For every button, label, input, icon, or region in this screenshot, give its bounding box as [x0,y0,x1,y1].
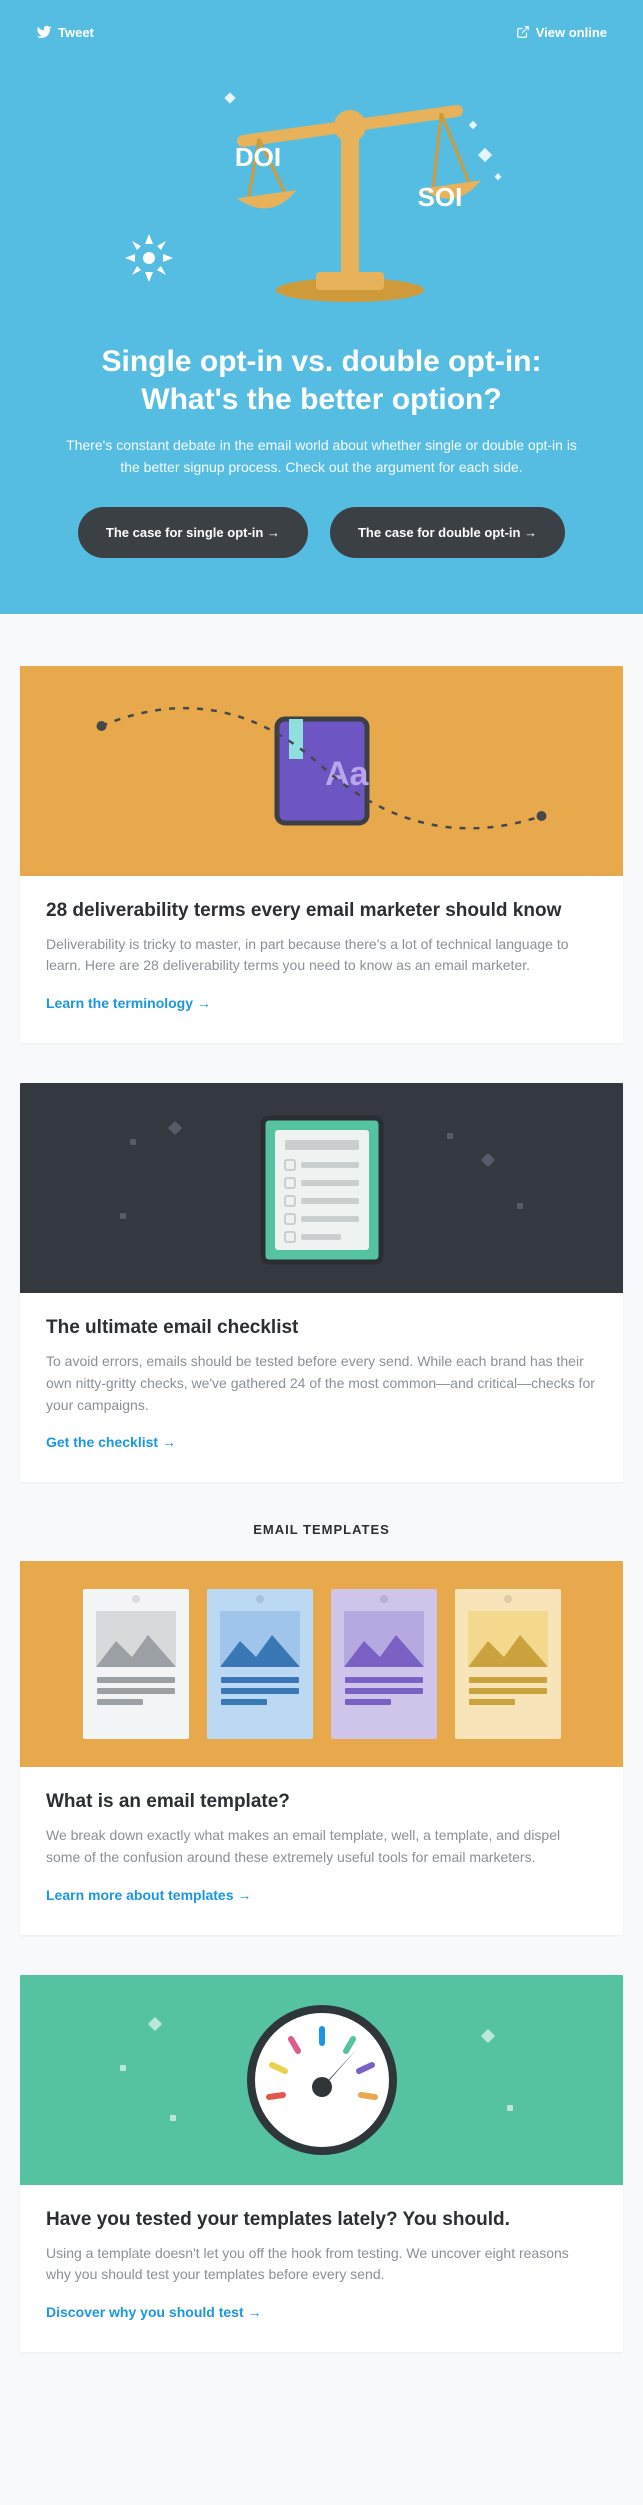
cta-single-optin[interactable]: The case for single opt-in → [78,507,308,558]
card-title: Have you tested your templates lately? Y… [46,2209,597,2231]
card-title: What is an email template? [46,1791,597,1813]
card-cta[interactable]: Learn the terminology → [46,995,211,1011]
scale-right-label: SOI [417,182,462,212]
card-email-checklist: The ultimate email checklist To avoid er… [20,1083,623,1482]
section-label-templates: EMAIL TEMPLATES [20,1522,623,1537]
card-cta[interactable]: Discover why you should test → [46,2304,262,2320]
card-title: The ultimate email checklist [46,1317,597,1339]
card-body-text: To avoid errors, emails should be tested… [46,1351,597,1416]
hero-title: Single opt-in vs. double opt-in: What's … [62,343,582,418]
card-title: 28 deliverability terms every email mark… [46,900,597,922]
card-body-text: We break down exactly what makes an emai… [46,1825,597,1868]
card-cta[interactable]: Get the checklist → [46,1434,176,1450]
hero: Tweet View online [0,0,643,614]
tweet-link[interactable]: Tweet [36,24,94,40]
view-online-link[interactable]: View online [516,25,607,40]
hero-subtitle: There's constant debate in the email wor… [62,434,582,479]
brand-logo [123,232,175,284]
cta-double-optin[interactable]: The case for double opt-in → [330,507,565,558]
tweet-label: Tweet [58,25,94,40]
twitter-icon [36,24,52,40]
template-thumb [455,1589,561,1739]
gauge-icon [247,2005,397,2155]
template-thumb [331,1589,437,1739]
card-body-text: Using a template doesn't let you off the… [46,2243,597,2286]
scale-illustration: DOI SOI [180,54,520,314]
card-body-text: Deliverability is tricky to master, in p… [46,934,597,977]
external-link-icon [516,25,530,39]
template-thumb [83,1589,189,1739]
card-test-templates: Have you tested your templates lately? Y… [20,1975,623,2352]
card-cta[interactable]: Learn more about templates → [46,1887,251,1903]
view-online-label: View online [536,25,607,40]
scale-left-label: DOI [235,142,281,172]
card-deliverability-terms: Aa 28 deliverability terms every email m… [20,666,623,1043]
card-what-is-template: What is an email template? We break down… [20,1561,623,1934]
template-thumb [207,1589,313,1739]
